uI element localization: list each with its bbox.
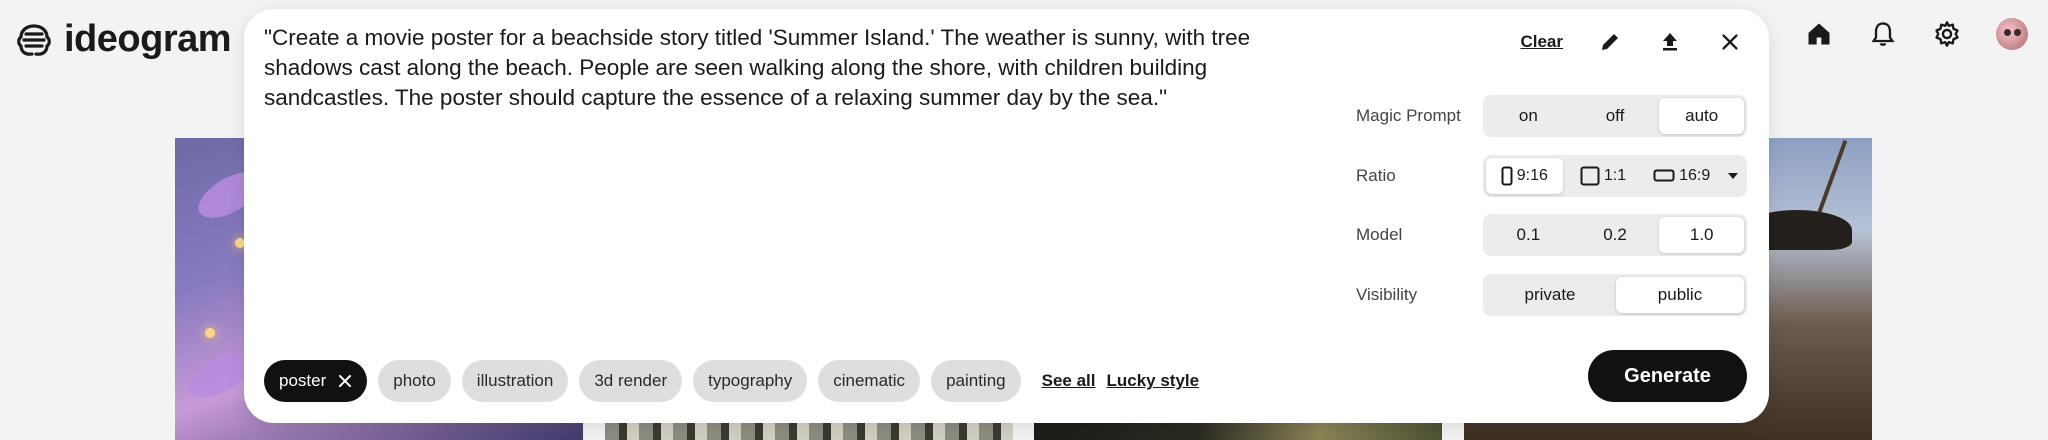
magic-prompt-toggle: on off auto [1483,95,1747,137]
magic-prompt-row: Magic Prompt on off auto [1356,95,1751,137]
visibility-toggle: private public [1483,273,1747,316]
pencil-icon[interactable] [1597,29,1623,55]
logo-text: ideogram [64,18,232,60]
model-1-0[interactable]: 1.0 [1659,217,1745,253]
model-toggle: 0.1 0.2 1.0 [1483,214,1747,256]
tag-typography[interactable]: typography [693,360,808,402]
ratio-row: Ratio 9:16 1:1 16:9 [1356,154,1751,197]
ratio-1-1[interactable]: 1:1 [1565,158,1642,194]
generate-button[interactable]: Generate [1588,350,1747,402]
ratio-16-9-label: 16:9 [1679,166,1711,184]
home-icon[interactable] [1804,19,1834,49]
magic-prompt-label: Magic Prompt [1356,106,1461,125]
prompt-textarea[interactable]: "Create a movie poster for a beachside s… [264,23,1324,113]
model-label: Model [1356,225,1403,244]
ratio-9-16[interactable]: 9:16 [1486,157,1563,194]
ideogram-logo[interactable]: ideogram [14,18,232,61]
header-actions [1804,18,2028,50]
visibility-label: Visibility [1356,284,1418,304]
model-row: Model 0.1 0.2 1.0 [1356,214,1751,256]
square-ratio-icon [1580,166,1600,185]
prompt-actions: Clear [1520,29,1743,55]
generation-settings: Magic Prompt on off auto Ratio 9:16 1:1 [1356,95,1751,333]
magic-prompt-auto[interactable]: auto [1659,98,1745,134]
upload-icon[interactable] [1657,29,1683,55]
tag-poster-label: poster [279,371,327,390]
see-all-link[interactable]: See all [1042,371,1096,391]
landscape-ratio-icon [1653,169,1675,182]
ratio-label: Ratio [1356,165,1396,185]
portrait-ratio-icon [1501,166,1513,185]
ratio-9-16-label: 9:16 [1516,166,1548,184]
visibility-public[interactable]: public [1616,276,1744,313]
prompt-card: "Create a movie poster for a beachside s… [244,9,1769,423]
ratio-16-9[interactable]: 16:9 [1643,158,1720,194]
style-tags: poster photo illustration 3d render typo… [264,360,1199,402]
magic-prompt-off[interactable]: off [1573,98,1658,134]
tag-cinematic[interactable]: cinematic [818,360,921,402]
avatar[interactable] [1996,18,2028,50]
close-icon[interactable] [338,374,352,388]
tag-photo[interactable]: photo [378,360,451,402]
tag-poster[interactable]: poster [264,360,368,402]
lucky-style-link[interactable]: Lucky style [1107,371,1200,391]
model-0-2[interactable]: 0.2 [1573,217,1658,253]
tag-illustration[interactable]: illustration [461,360,569,402]
bell-icon[interactable] [1868,19,1898,49]
tag-painting[interactable]: painting [931,360,1021,402]
chevron-down-icon[interactable] [1722,158,1744,194]
visibility-row: Visibility private public [1356,273,1751,316]
tag-3d-render[interactable]: 3d render [579,360,683,402]
close-icon[interactable] [1717,29,1743,55]
model-0-1[interactable]: 0.1 [1486,217,1571,253]
clear-button[interactable]: Clear [1520,32,1563,52]
ratio-toggle: 9:16 1:1 16:9 [1483,154,1747,197]
visibility-private[interactable]: private [1486,277,1614,313]
brain-logo-icon [17,23,51,56]
ratio-1-1-label: 1:1 [1603,166,1627,184]
gear-icon[interactable] [1932,19,1962,49]
magic-prompt-on[interactable]: on [1486,98,1571,134]
